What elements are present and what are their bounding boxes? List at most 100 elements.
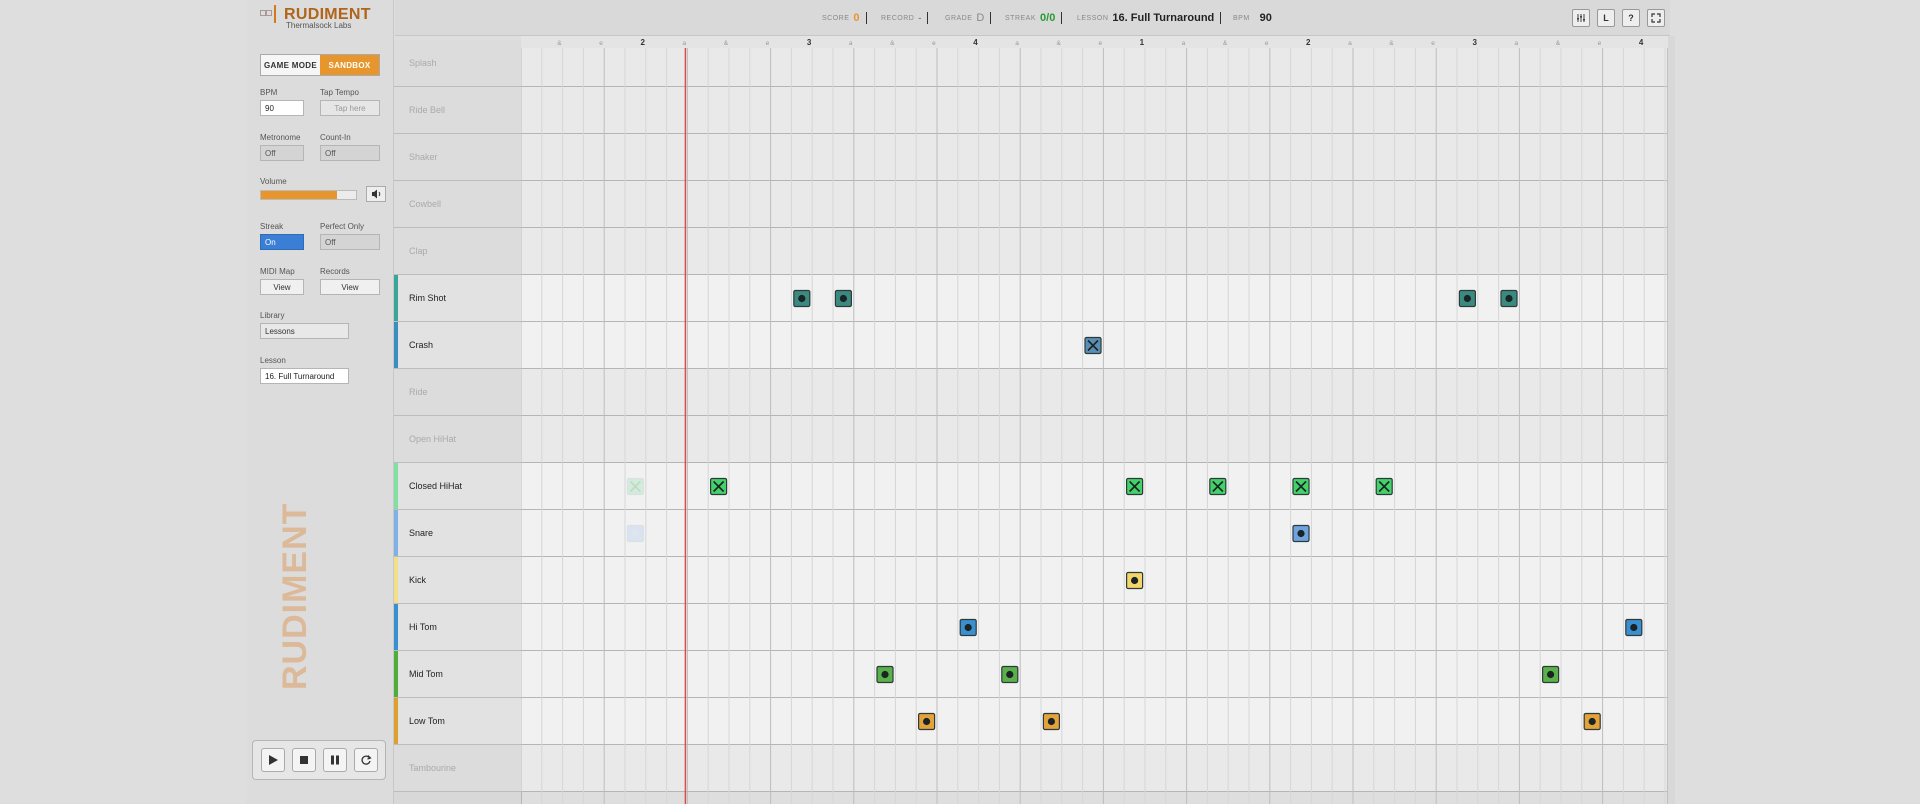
note-dot[interactable]: [1458, 289, 1477, 308]
records-view-button[interactable]: View: [320, 279, 380, 295]
mixer-button[interactable]: [1572, 9, 1590, 27]
tap-tempo-input[interactable]: Tap here: [320, 100, 380, 116]
record-label: RECORD: [881, 14, 915, 22]
note-x[interactable]: [626, 477, 645, 496]
beat-label: e: [1265, 40, 1269, 47]
sandbox-button[interactable]: SANDBOX: [320, 55, 379, 75]
lane-rim-shot[interactable]: Rim Shot: [394, 275, 522, 322]
grid-row: [521, 604, 1668, 651]
grid-row: [521, 745, 1668, 792]
beat-label: e: [766, 40, 770, 47]
note-dot[interactable]: [1583, 712, 1601, 731]
lane-cowbell[interactable]: Cowbell: [394, 181, 522, 228]
lane-low-tom[interactable]: Low Tom: [394, 698, 522, 745]
grid-row: [521, 369, 1668, 416]
vertical-brand: RUDIMENT: [254, 490, 314, 710]
game-mode-button[interactable]: GAME MODE: [261, 55, 320, 75]
note-dot[interactable]: [1625, 618, 1643, 637]
volume-slider[interactable]: [260, 190, 357, 200]
note-x[interactable]: [1084, 336, 1102, 355]
note-dot[interactable]: [959, 618, 977, 637]
lane-shaker[interactable]: Shaker: [394, 134, 522, 181]
note-grid[interactable]: [521, 40, 1668, 804]
lane-open-hihat[interactable]: Open HiHat: [394, 416, 522, 463]
lesson-select[interactable]: 16. Full Turnaround: [260, 368, 349, 384]
beat-ruler-bg: [521, 36, 1668, 48]
volume-label: Volume: [260, 177, 287, 186]
grid-row: [521, 463, 1668, 510]
lane-mid-tom[interactable]: Mid Tom: [394, 651, 522, 698]
note-dot[interactable]: [876, 665, 894, 684]
tap-tempo-label: Tap Tempo: [320, 88, 359, 97]
beat-label: a: [1182, 40, 1186, 47]
metronome-toggle[interactable]: Off: [260, 145, 304, 161]
note-dot[interactable]: [1042, 712, 1061, 731]
lane-splash[interactable]: Splash: [394, 40, 522, 87]
grid-row: [521, 181, 1668, 228]
library-label: Library: [260, 311, 285, 320]
fullscreen-button[interactable]: [1647, 9, 1665, 27]
lane-crash[interactable]: Crash: [394, 322, 522, 369]
note-dot[interactable]: [1541, 665, 1560, 684]
mute-button[interactable]: [366, 186, 386, 202]
note-dot[interactable]: [1292, 524, 1310, 543]
lane-name: Open HiHat: [409, 434, 457, 444]
beat-label: e: [1431, 40, 1435, 47]
lane-clap[interactable]: Clap: [394, 228, 522, 275]
library-select[interactable]: Lessons: [260, 323, 349, 339]
streak-toggle[interactable]: On: [260, 234, 304, 250]
perfect-only-toggle[interactable]: Off: [320, 234, 380, 250]
l-button[interactable]: L: [1597, 9, 1615, 27]
lane-closed-hihat[interactable]: Closed HiHat: [394, 463, 522, 510]
note-dot[interactable]: [626, 524, 645, 543]
note-dot[interactable]: [793, 289, 811, 308]
beat-label: 3: [1472, 38, 1477, 47]
beat-label: 4: [973, 38, 978, 47]
lane-tambourine[interactable]: Tambourine: [394, 745, 522, 792]
lane-name: Tambourine: [409, 763, 457, 773]
speaker-icon: [371, 189, 380, 199]
note-dot[interactable]: [1500, 289, 1518, 308]
note-x[interactable]: [1292, 477, 1310, 496]
play-button[interactable]: [260, 748, 285, 772]
note-x[interactable]: [1125, 477, 1144, 496]
beat-label: &: [890, 40, 895, 47]
pause-button[interactable]: [322, 748, 347, 772]
transport-controls: [252, 740, 386, 780]
help-button[interactable]: ?: [1622, 9, 1640, 27]
lane-ride[interactable]: Ride: [394, 369, 522, 416]
grid-canvas[interactable]: [521, 40, 1668, 804]
lane-hi-tom[interactable]: Hi Tom: [394, 604, 522, 651]
record-stat: RECORD -: [881, 12, 929, 24]
loop-button[interactable]: [353, 748, 378, 772]
midi-map-view-button[interactable]: View: [260, 279, 304, 295]
count-in-toggle[interactable]: Off: [320, 145, 380, 161]
lane-color-stripe: [394, 322, 398, 368]
streak-label: Streak: [260, 222, 284, 231]
stop-icon: [299, 756, 308, 764]
beat-label: a: [1015, 40, 1019, 47]
vertical-brand-text: RUDIMENT: [276, 502, 314, 690]
note-dot[interactable]: [1125, 571, 1144, 590]
note-x[interactable]: [1375, 477, 1393, 496]
mode-toggle: GAME MODE SANDBOX: [260, 54, 380, 76]
streak-stat: STREAK 0/0: [1005, 12, 1063, 24]
note-dot[interactable]: [918, 712, 936, 731]
beat-label: e: [599, 40, 603, 47]
note-x[interactable]: [710, 477, 728, 496]
loop-icon: [361, 755, 372, 765]
lane-kick[interactable]: Kick: [394, 557, 522, 604]
lane-snare[interactable]: Snare: [394, 510, 522, 557]
note-dot[interactable]: [1001, 665, 1019, 684]
lane-name: Mid Tom: [409, 669, 443, 679]
note-dot[interactable]: [834, 289, 852, 308]
top-stats-bar: SCORE 0 RECORD - GRADE D STREAK 0/0 LESS…: [395, 0, 1670, 36]
logo-icon: [260, 5, 278, 23]
stop-button[interactable]: [291, 748, 316, 772]
bpm-input[interactable]: 90: [260, 100, 304, 116]
lane-ride-bell[interactable]: Ride Bell: [394, 87, 522, 134]
beat-label: a: [1348, 40, 1352, 47]
grid-row: [521, 134, 1668, 181]
note-x[interactable]: [1209, 477, 1227, 496]
beat-label: e: [1098, 40, 1102, 47]
